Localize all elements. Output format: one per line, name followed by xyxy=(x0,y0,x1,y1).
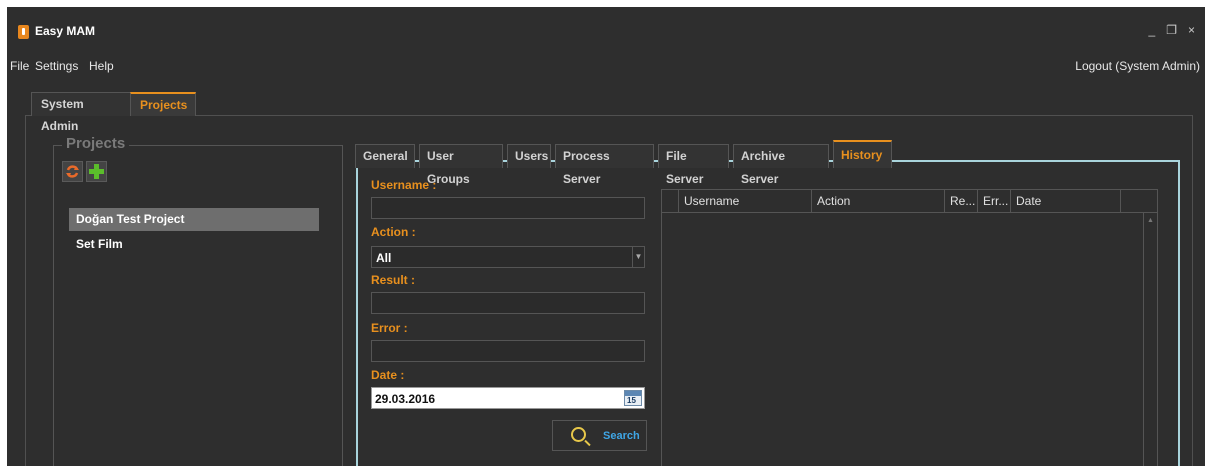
menu-file[interactable]: File xyxy=(10,59,29,73)
tab-process-server[interactable]: Process Server xyxy=(555,144,654,186)
plus-icon xyxy=(89,164,104,179)
refresh-button[interactable] xyxy=(62,161,83,182)
tab-general[interactable]: General xyxy=(355,144,415,168)
scroll-up-icon[interactable]: ▲ xyxy=(1147,217,1154,224)
tab-file-server[interactable]: File Server xyxy=(658,144,729,186)
project-list-item[interactable]: Doğan Test Project xyxy=(69,208,319,231)
window-controls: _ ❐ × xyxy=(1149,23,1195,37)
app-title: Easy MAM xyxy=(35,24,96,38)
tab-history[interactable]: History xyxy=(833,140,892,168)
tab-system-admin[interactable]: System Admin xyxy=(31,92,131,133)
refresh-icon xyxy=(66,165,79,178)
app-window: Easy MAM _ ❐ × File Settings Help Logout… xyxy=(7,7,1205,466)
result-field[interactable] xyxy=(371,292,645,314)
action-select[interactable]: All ▼ xyxy=(371,246,645,268)
project-list-item[interactable]: Set Film xyxy=(69,233,319,256)
grid-header: Username Action Re... Err... Date xyxy=(662,190,1157,213)
calendar-day: 15 xyxy=(627,396,636,405)
logout-link[interactable]: Logout (System Admin) xyxy=(1075,59,1200,73)
column-date[interactable]: Date xyxy=(1010,190,1120,213)
projects-group-title: Projects xyxy=(62,135,130,152)
close-icon[interactable]: × xyxy=(1188,23,1195,37)
date-value: 29.03.2016 xyxy=(375,392,436,406)
restore-icon[interactable]: ❐ xyxy=(1166,23,1177,37)
calendar-icon[interactable]: 15 xyxy=(624,390,642,406)
column-action[interactable]: Action xyxy=(811,190,944,213)
grid-scrollbar[interactable]: ▲ xyxy=(1143,213,1157,466)
tab-user-groups[interactable]: User Groups xyxy=(419,144,503,186)
search-button[interactable]: Search xyxy=(552,420,647,451)
result-label: Result : xyxy=(371,273,416,287)
column-error[interactable]: Err... xyxy=(977,190,1010,213)
menu-help[interactable]: Help xyxy=(89,59,114,73)
title-bar: Easy MAM _ ❐ × xyxy=(7,7,1205,47)
username-field[interactable] xyxy=(371,197,645,219)
date-field[interactable]: 29.03.2016 15 xyxy=(371,387,645,409)
username-label: Username : xyxy=(371,178,437,192)
tab-projects[interactable]: Projects xyxy=(130,92,196,116)
history-grid: Username Action Re... Err... Date ▲ xyxy=(661,189,1158,466)
tab-archive-server[interactable]: Archive Server xyxy=(733,144,829,186)
action-label: Action : xyxy=(371,225,416,239)
app-logo-icon xyxy=(18,25,29,39)
menu-settings[interactable]: Settings xyxy=(35,59,78,73)
column-username[interactable]: Username xyxy=(678,190,811,213)
chevron-down-icon[interactable]: ▼ xyxy=(632,247,644,267)
date-label: Date : xyxy=(371,368,405,382)
minimize-icon[interactable]: _ xyxy=(1149,23,1156,37)
add-project-button[interactable] xyxy=(86,161,107,182)
search-button-label: Search xyxy=(603,430,640,442)
action-select-value: All xyxy=(376,251,392,265)
column-spacer xyxy=(1120,190,1157,213)
projects-group xyxy=(53,145,343,466)
error-field[interactable] xyxy=(371,340,645,362)
tab-users[interactable]: Users xyxy=(507,144,551,168)
column-result[interactable]: Re... xyxy=(944,190,977,213)
error-label: Error : xyxy=(371,321,408,335)
menu-bar: File Settings Help xyxy=(7,59,1205,77)
magnifier-icon xyxy=(571,427,586,442)
